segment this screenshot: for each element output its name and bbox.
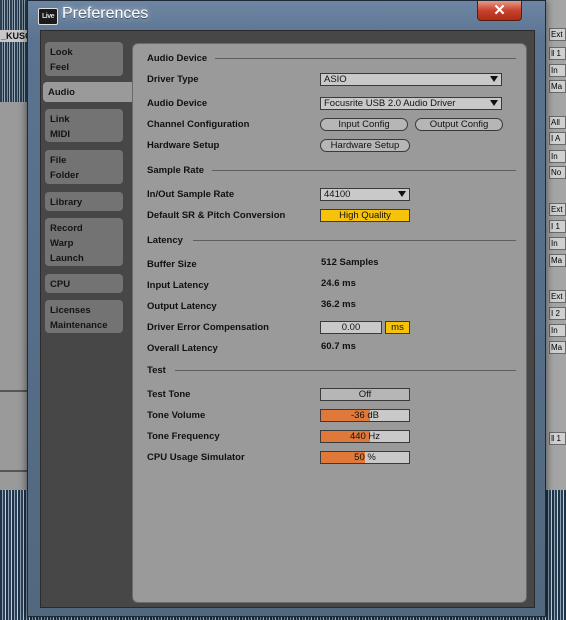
buffer-size-label: Buffer Size <box>147 259 197 270</box>
mixer-cell: In <box>549 64 566 77</box>
output-config-button[interactable]: Output Config <box>415 118 503 131</box>
channel-config-label: Channel Configuration <box>147 119 250 130</box>
default-sr-label: Default SR & Pitch Conversion <box>147 210 286 221</box>
mixer-cell: In <box>549 150 566 163</box>
cpu-usage-simulator-label: CPU Usage Simulator <box>147 452 245 463</box>
section-divider <box>193 240 516 241</box>
hardware-setup-button[interactable]: Hardware Setup <box>320 139 410 152</box>
section-divider <box>175 370 516 371</box>
preferences-client: Look Feel Audio Link MIDI File Folder Li… <box>40 30 535 608</box>
tab-label: File <box>50 155 67 166</box>
tab-file-folder[interactable]: File Folder <box>45 150 123 184</box>
tab-label: CPU <box>50 279 71 290</box>
preferences-window: Live Preferences ✕ Look Feel Audio Link … <box>27 0 546 617</box>
cpu-usage-simulator-slider[interactable]: 50 % <box>320 451 410 464</box>
title-bar[interactable]: Live Preferences ✕ <box>28 1 545 31</box>
tab-link-midi[interactable]: Link MIDI <box>45 109 123 142</box>
tab-licenses-maintenance[interactable]: Licenses Maintenance <box>45 300 123 333</box>
tab-label: Audio <box>48 87 75 98</box>
output-latency-value: 36.2 ms <box>321 299 356 310</box>
mixer-cell: I 2 <box>549 307 566 320</box>
tone-frequency-slider[interactable]: 440 Hz <box>320 430 410 443</box>
tab-label: Look <box>50 47 73 58</box>
mixer-cell: ‖ 1 <box>549 432 566 445</box>
input-config-button[interactable]: Input Config <box>320 118 408 131</box>
dropdown-arrow-icon <box>490 76 498 82</box>
tab-label: Folder <box>50 170 80 181</box>
mixer-cell: ‖ 1 <box>549 47 566 60</box>
section-divider <box>212 170 516 171</box>
app-icon: Live <box>38 8 58 25</box>
tab-label: Link <box>50 114 70 125</box>
mixer-cell: I 1 <box>549 220 566 233</box>
driver-type-label: Driver Type <box>147 74 199 85</box>
mixer-cell: Ma <box>549 254 566 267</box>
tab-library[interactable]: Library <box>45 192 123 211</box>
mixer-cell: No <box>549 166 566 179</box>
tab-label: Feel <box>50 62 70 73</box>
mixer-cell: Ma <box>549 341 566 354</box>
dropdown-value: Focusrite USB 2.0 Audio Driver <box>324 98 456 109</box>
driver-type-dropdown[interactable]: ASIO <box>320 73 502 86</box>
dropdown-value: ASIO <box>324 74 347 85</box>
high-quality-toggle[interactable]: High Quality <box>320 209 410 222</box>
driver-error-comp-unit[interactable]: ms <box>385 321 410 334</box>
tab-audio[interactable]: Audio <box>43 82 139 102</box>
dropdown-arrow-icon <box>398 191 406 197</box>
mixer-cell: I A <box>549 132 566 145</box>
section-title-test: Test <box>147 365 166 376</box>
sample-rate-dropdown[interactable]: 44100 <box>320 188 410 201</box>
mixer-cell: Ext <box>549 203 566 216</box>
tone-frequency-label: Tone Frequency <box>147 431 220 442</box>
tab-label: Licenses <box>50 305 91 316</box>
tab-label: Maintenance <box>50 320 108 331</box>
test-tone-label: Test Tone <box>147 389 191 400</box>
mixer-cell: In <box>549 237 566 250</box>
tone-volume-label: Tone Volume <box>147 410 206 421</box>
mixer-cell: Ext <box>549 28 566 41</box>
driver-error-comp-label: Driver Error Compensation <box>147 322 269 333</box>
overall-latency-value: 60.7 ms <box>321 341 356 352</box>
overall-latency-label: Overall Latency <box>147 343 218 354</box>
driver-error-comp-input[interactable]: 0.00 <box>320 321 382 334</box>
window-title: Preferences <box>62 5 149 22</box>
input-latency-value: 24.6 ms <box>321 278 356 289</box>
section-title-audio-device: Audio Device <box>147 53 208 64</box>
slider-value: 440 Hz <box>349 431 381 442</box>
test-tone-toggle[interactable]: Off <box>320 388 410 401</box>
mixer-cell: All <box>549 116 566 129</box>
mixer-cell: Ma <box>549 80 566 93</box>
buffer-size-value: 512 Samples <box>321 257 379 268</box>
hardware-setup-label: Hardware Setup <box>147 140 220 151</box>
tab-label: Launch <box>50 253 84 264</box>
audio-settings-panel: Audio Device Driver Type ASIO Audio Devi… <box>132 43 527 603</box>
slider-value: 50 % <box>354 452 376 463</box>
tab-label: Record <box>50 223 83 234</box>
tab-label: MIDI <box>50 129 71 140</box>
audio-device-dropdown[interactable]: Focusrite USB 2.0 Audio Driver <box>320 97 502 110</box>
tab-cpu[interactable]: CPU <box>45 274 123 293</box>
slider-value: -36 dB <box>351 410 379 421</box>
section-title-latency: Latency <box>147 235 183 246</box>
tab-label: Warp <box>50 238 74 249</box>
mixer-cell: In <box>549 324 566 337</box>
tab-look-feel[interactable]: Look Feel <box>45 42 123 76</box>
section-divider <box>215 58 516 59</box>
tab-record-warp-launch[interactable]: Record Warp Launch <box>45 218 123 266</box>
input-latency-label: Input Latency <box>147 280 209 291</box>
dropdown-arrow-icon <box>490 100 498 106</box>
tone-volume-slider[interactable]: -36 dB <box>320 409 410 422</box>
sample-rate-label: In/Out Sample Rate <box>147 189 235 200</box>
mixer-cell: Ext <box>549 290 566 303</box>
output-latency-label: Output Latency <box>147 301 217 312</box>
close-button[interactable]: ✕ <box>477 1 522 21</box>
tab-label: Library <box>50 197 83 208</box>
section-title-sample-rate: Sample Rate <box>147 165 205 176</box>
audio-device-label: Audio Device <box>147 98 208 109</box>
dropdown-value: 44100 <box>324 189 351 200</box>
